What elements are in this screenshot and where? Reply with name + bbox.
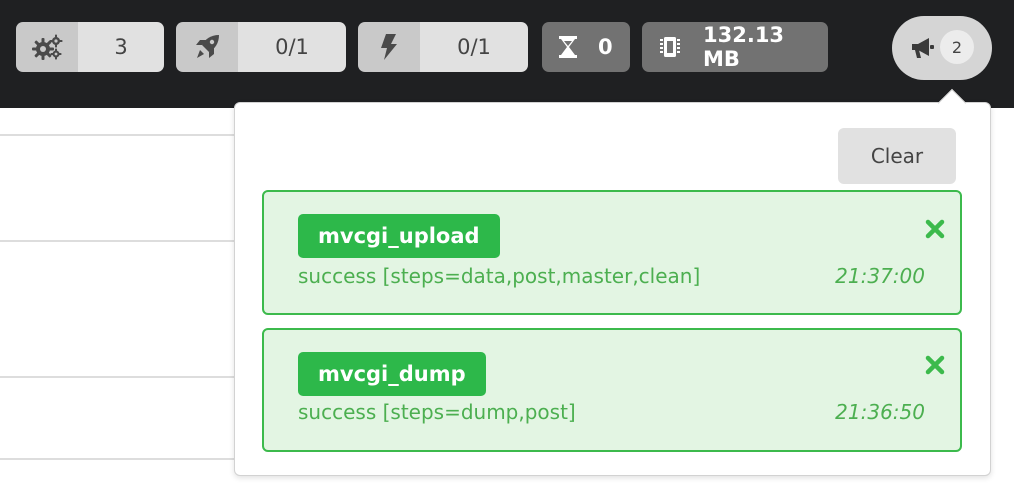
close-x-icon[interactable] bbox=[922, 216, 948, 242]
power-count: 0/1 bbox=[420, 22, 528, 72]
memory-stat[interactable]: 132.13 MB bbox=[642, 22, 828, 72]
queue-stat[interactable]: 0 bbox=[542, 22, 630, 72]
list-divider bbox=[0, 376, 236, 378]
notification-message: success [steps=data,post,master,clean] bbox=[298, 264, 701, 288]
megaphone-icon bbox=[910, 36, 936, 60]
power-stat[interactable]: 0/1 bbox=[358, 22, 528, 72]
job-name-badge: mvcgi_upload bbox=[298, 214, 500, 258]
hourglass-icon bbox=[542, 22, 594, 72]
workers-count: 3 bbox=[78, 22, 164, 72]
notification-time: 21:36:50 bbox=[835, 400, 925, 424]
rocket-icon bbox=[176, 22, 238, 72]
notification-message: success [steps=dump,post] bbox=[298, 400, 576, 424]
notification-item: mvcgi_dump success [steps=dump,post] 21:… bbox=[262, 328, 962, 452]
notification-time: 21:37:00 bbox=[835, 264, 925, 288]
list-divider bbox=[0, 458, 236, 460]
gears-icon bbox=[16, 22, 78, 72]
clear-notifications-button[interactable]: Clear bbox=[838, 128, 956, 184]
notifications-button[interactable]: 2 bbox=[892, 16, 992, 80]
notification-item: mvcgi_upload success [steps=data,post,ma… bbox=[262, 190, 962, 315]
close-x-icon[interactable] bbox=[922, 352, 948, 378]
launch-stat[interactable]: 0/1 bbox=[176, 22, 346, 72]
notification-count-badge: 2 bbox=[940, 30, 974, 64]
list-divider bbox=[0, 134, 236, 136]
queue-count: 0 bbox=[598, 35, 613, 59]
launch-count: 0/1 bbox=[238, 22, 346, 72]
memory-usage: 132.13 MB bbox=[703, 23, 785, 71]
job-name-badge: mvcgi_dump bbox=[298, 352, 486, 396]
memory-chip-icon bbox=[642, 22, 698, 72]
list-divider bbox=[0, 240, 236, 242]
bolt-icon bbox=[358, 22, 420, 72]
workers-stat[interactable]: 3 bbox=[16, 22, 164, 72]
